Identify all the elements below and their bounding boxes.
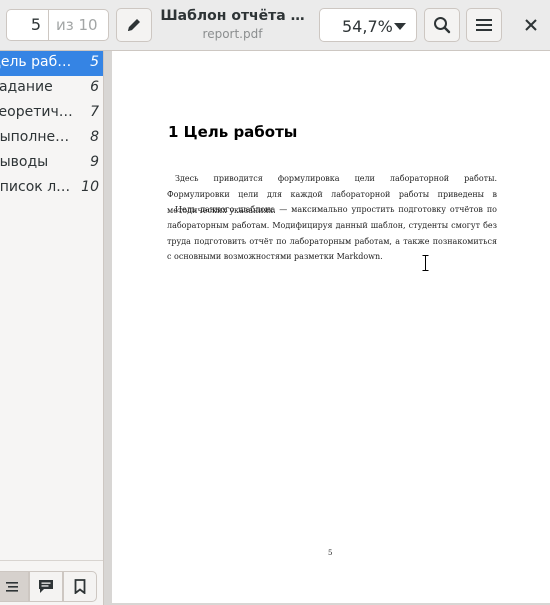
- edit-button[interactable]: [116, 8, 152, 42]
- zoom-select[interactable]: 54,7%: [319, 8, 417, 42]
- close-button[interactable]: [520, 14, 542, 36]
- annotations-icon: [39, 580, 53, 593]
- page-number-footer: 5: [328, 549, 333, 557]
- page-number-input[interactable]: 5: [6, 9, 48, 41]
- section-heading: 1 Цель работы: [168, 123, 298, 141]
- outline-item-page: 6: [90, 79, 99, 95]
- search-icon: [434, 17, 451, 34]
- outline-item-label: Задание: [0, 79, 53, 95]
- document-filename: report.pdf: [202, 27, 263, 41]
- outline-item-theory[interactable]: Теоретическое введение 7: [0, 101, 103, 126]
- search-button[interactable]: [424, 8, 460, 42]
- close-icon: [525, 19, 537, 31]
- document-view[interactable]: 1 Цель работы Здесь приводится формулиро…: [104, 51, 550, 605]
- bookmarks-mode-button[interactable]: [63, 571, 97, 602]
- document-title-block: Шаблон отчёта … report.pdf: [160, 8, 305, 41]
- outline-item-goal[interactable]: Цель работы 5: [0, 51, 103, 76]
- outline-item-label: Выводы: [0, 154, 49, 170]
- hamburger-menu-icon: [476, 19, 492, 31]
- outline-item-execution[interactable]: Выполнение лабораторной работы 8: [0, 126, 103, 151]
- page-total-label: из 10: [48, 9, 109, 41]
- sidebar-mode-switcher: [0, 560, 103, 605]
- document-title: Шаблон отчёта …: [160, 8, 305, 24]
- outline-item-conclusions[interactable]: Выводы 9: [0, 151, 103, 176]
- sidebar-outline: Цель работы 5 Задание 6 Теоретическое вв…: [0, 51, 104, 605]
- outline-item-references[interactable]: Список литературы 10: [0, 176, 103, 201]
- outline-item-page: 10: [81, 179, 99, 195]
- chevron-down-icon: [394, 23, 406, 30]
- header-bar: 5 из 10 Шаблон отчёта … report.pdf 54,7%: [0, 0, 550, 51]
- outline-item-page: 7: [90, 104, 99, 120]
- outline-item-page: 9: [90, 154, 99, 170]
- document-page: 1 Цель работы Здесь приводится формулиро…: [112, 51, 550, 603]
- outline-item-page: 5: [90, 54, 99, 70]
- outline-item-label: Выполнение лабораторной работы: [0, 129, 75, 145]
- outline-item-task[interactable]: Задание 6: [0, 76, 103, 101]
- bookmark-icon: [74, 579, 86, 594]
- outline-item-label: Теоретическое введение: [0, 104, 75, 120]
- outline-icon: [5, 581, 18, 592]
- paragraph: Цель данного шаблона — максимально упрос…: [167, 205, 497, 262]
- zoom-value: 54,7%: [342, 17, 393, 36]
- main-menu-button[interactable]: [466, 8, 502, 42]
- text-cursor-icon: [422, 255, 429, 271]
- annotations-mode-button[interactable]: [29, 571, 63, 602]
- pencil-icon: [128, 19, 140, 31]
- outline-item-label: Список литературы: [0, 179, 75, 195]
- outline-item-label: Цель работы: [0, 54, 75, 70]
- outline-mode-button[interactable]: [0, 571, 29, 602]
- outline-item-page: 8: [90, 129, 99, 145]
